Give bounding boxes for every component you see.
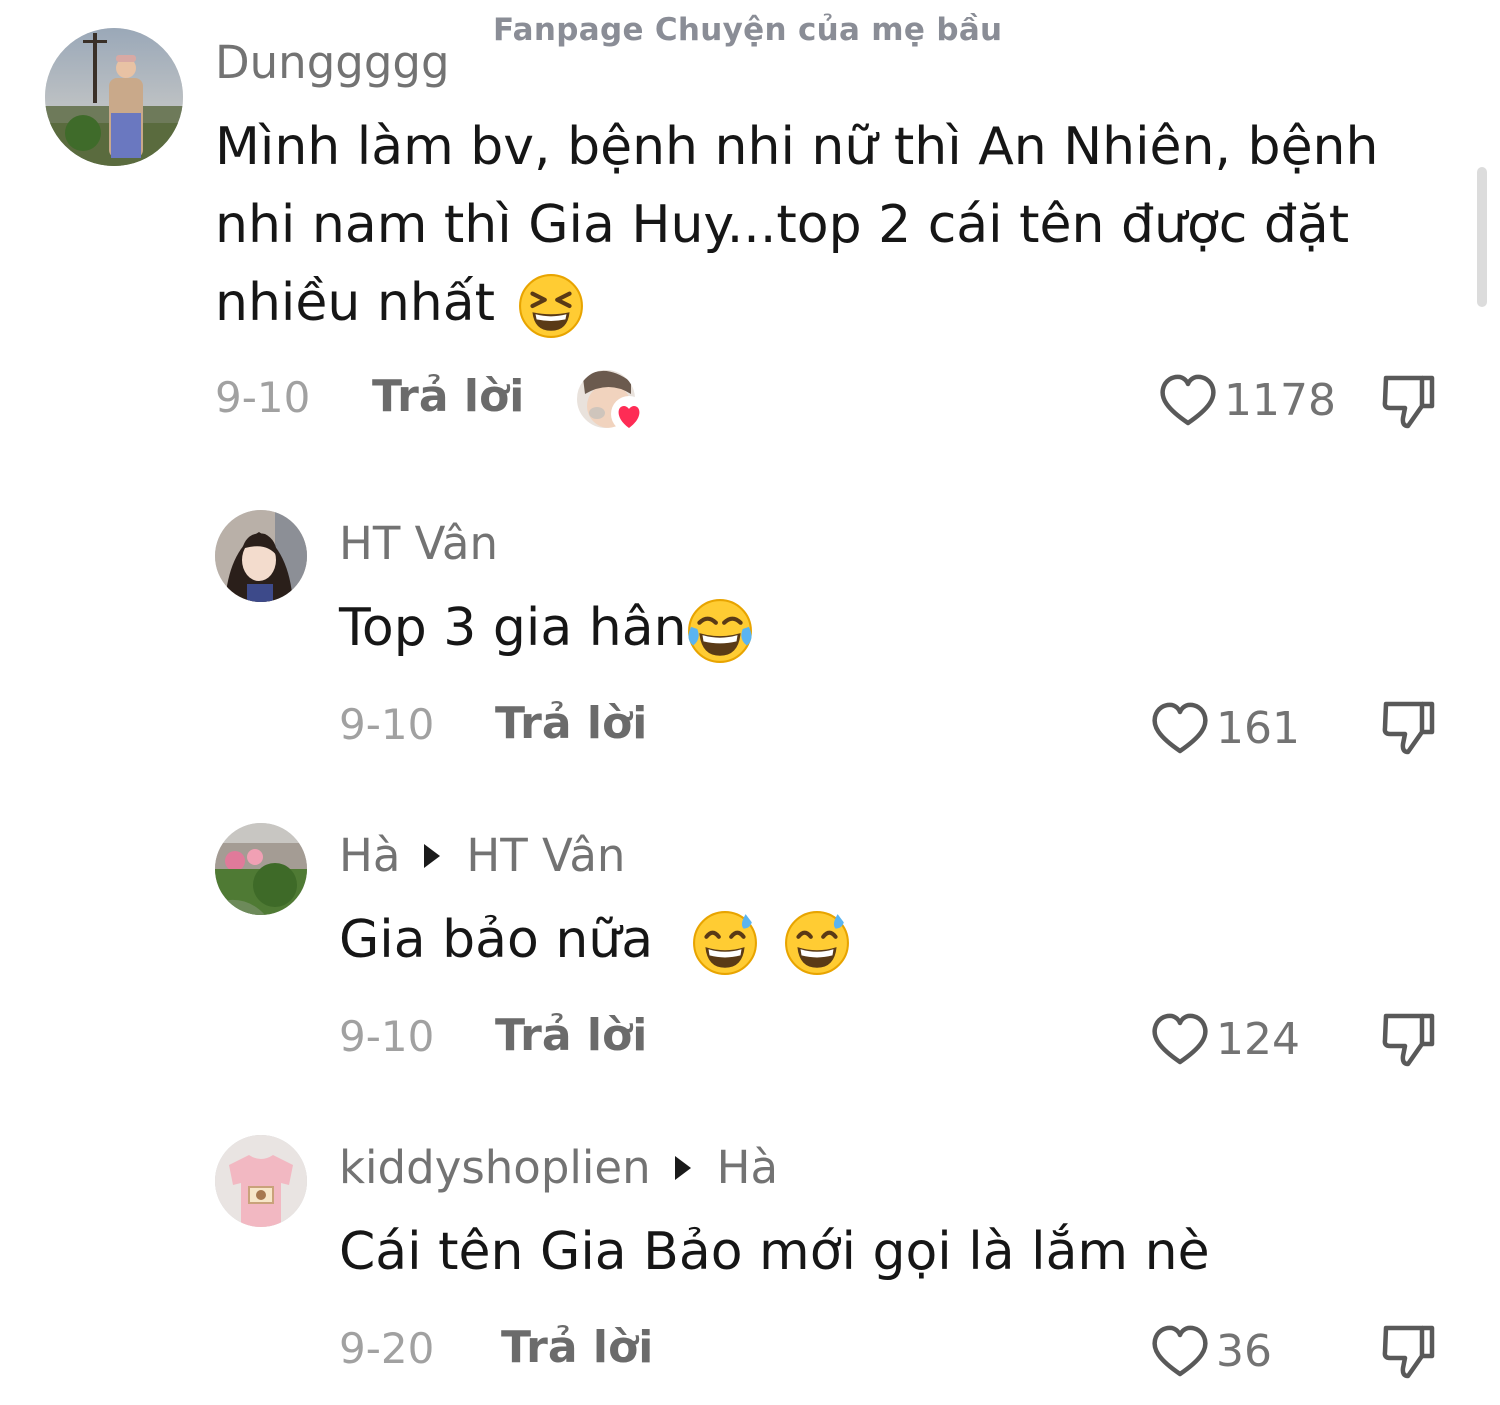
scrollbar[interactable] xyxy=(1477,167,1487,307)
avatar-image xyxy=(215,1135,307,1227)
comment-text: Cái tên Gia Bảo mới gọi là lắm nè xyxy=(339,1213,1210,1291)
dislike-button[interactable] xyxy=(1378,372,1438,432)
face-with-tears-of-joy-emoji-icon xyxy=(687,598,753,664)
reply-arrow-icon xyxy=(424,843,441,868)
comment-date: 9-10 xyxy=(339,700,435,749)
comment-date: 9-10 xyxy=(339,1012,435,1061)
heart-icon xyxy=(1152,1325,1208,1377)
thumbs-down-icon xyxy=(1382,375,1435,429)
comment-date: 9-20 xyxy=(339,1324,435,1373)
comment-text-content: Top 3 gia hân xyxy=(339,598,687,658)
comment-username[interactable]: Hà xyxy=(339,829,400,882)
comment-username-row: Hà HT Vân xyxy=(339,829,625,882)
reply-to-username[interactable]: Hà xyxy=(717,1141,778,1194)
reply-to-username[interactable]: HT Vân xyxy=(466,829,625,882)
dislike-button[interactable] xyxy=(1378,1010,1438,1070)
like-count: 1178 xyxy=(1224,374,1336,426)
comment-username[interactable]: HT Vân xyxy=(339,517,498,570)
avatar-kiddyshoplien[interactable] xyxy=(215,1135,307,1227)
reply-button[interactable]: Trả lời xyxy=(372,371,524,422)
comment-text-content: Cái tên Gia Bảo mới gọi là lắm nè xyxy=(339,1222,1210,1282)
comment-text-content: Mình làm bv, bệnh nhi nữ thì An Nhiên, b… xyxy=(215,117,1379,333)
thumbs-down-icon xyxy=(1382,1325,1435,1379)
liked-by-creator-badge xyxy=(575,368,647,434)
reply-arrow-icon xyxy=(674,1155,691,1180)
like-button[interactable]: 124 xyxy=(1150,1011,1300,1067)
comment-text: Gia bảo nữa xyxy=(339,901,850,979)
dislike-button[interactable] xyxy=(1378,1322,1438,1382)
like-button[interactable]: 1178 xyxy=(1158,372,1336,428)
comment-text: Mình làm bv, bệnh nhi nữ thì An Nhiên, b… xyxy=(215,108,1445,342)
like-button[interactable]: 161 xyxy=(1150,700,1300,756)
avatar-ha[interactable] xyxy=(215,823,307,915)
thumbs-down-icon xyxy=(1382,701,1435,755)
heart-icon xyxy=(1160,374,1216,426)
comment-username-row: kiddyshoplien Hà xyxy=(339,1141,778,1194)
grinning-face-with-sweat-emoji-icon xyxy=(692,910,758,976)
reply-button[interactable]: Trả lời xyxy=(501,1322,653,1373)
like-button[interactable]: 36 xyxy=(1150,1323,1272,1379)
comment-username[interactable]: kiddyshoplien xyxy=(339,1141,651,1194)
avatar-image xyxy=(215,510,307,602)
avatar-image xyxy=(45,28,183,166)
comment-text: Top 3 gia hân xyxy=(339,589,753,667)
like-count: 36 xyxy=(1216,1325,1272,1377)
comment-username[interactable]: Dunggggg xyxy=(215,36,450,89)
fanpage-watermark: Fanpage Chuyện của mẹ bầu xyxy=(493,12,1003,48)
dislike-button[interactable] xyxy=(1378,698,1438,758)
avatar-dunggggg[interactable] xyxy=(45,28,183,166)
reply-button[interactable]: Trả lời xyxy=(495,698,647,749)
thumbs-down-icon xyxy=(1382,1013,1435,1067)
grinning-face-with-sweat-emoji-icon xyxy=(784,910,850,976)
like-count: 161 xyxy=(1216,702,1300,754)
comment-text-content: Gia bảo nữa xyxy=(339,910,654,970)
heart-icon xyxy=(1152,702,1208,754)
avatar-image xyxy=(215,823,307,915)
reply-button[interactable]: Trả lời xyxy=(495,1010,647,1061)
comment-date: 9-10 xyxy=(215,373,311,422)
avatar-ht-van[interactable] xyxy=(215,510,307,602)
grinning-squinting-face-emoji-icon xyxy=(518,273,584,339)
heart-icon xyxy=(1152,1013,1208,1065)
like-count: 124 xyxy=(1216,1013,1300,1065)
